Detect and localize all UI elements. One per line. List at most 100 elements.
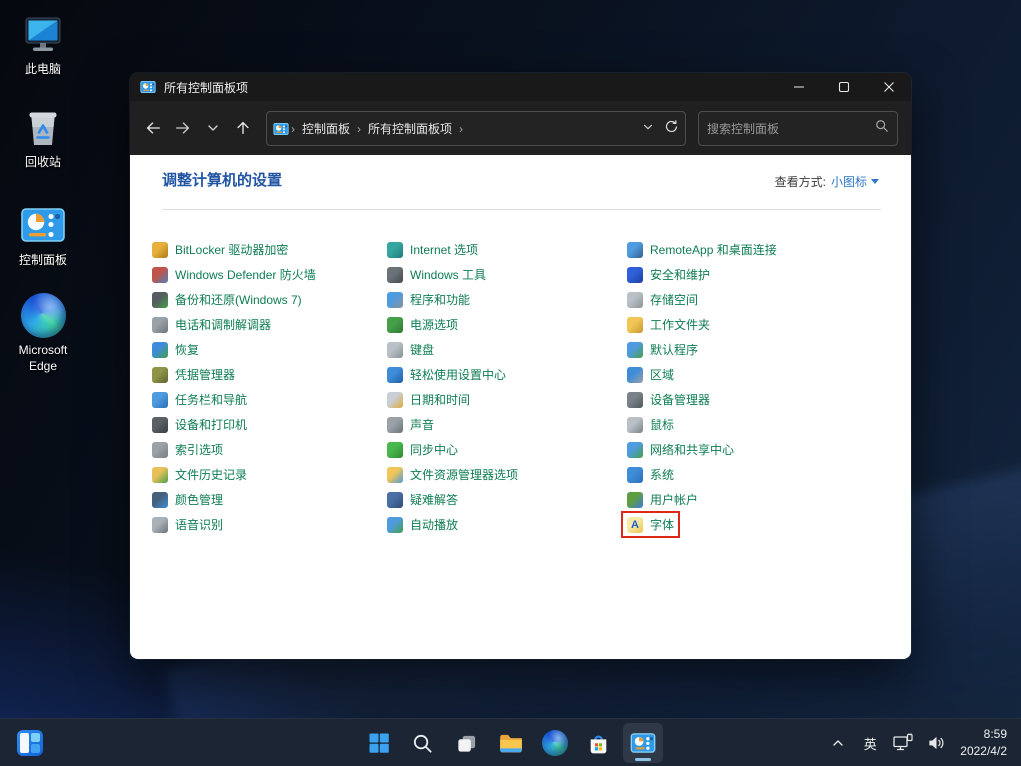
cp-item-label[interactable]: 鼠标 <box>650 416 674 433</box>
cp-item-work-folders[interactable]: 工作文件夹 <box>625 315 712 334</box>
network-icon[interactable] <box>890 723 916 763</box>
cp-item-label[interactable]: 轻松使用设置中心 <box>410 366 506 383</box>
cp-item-programs-features[interactable]: 程序和功能 <box>385 290 472 309</box>
cp-item-file-history[interactable]: 文件历史记录 <box>150 465 249 484</box>
cp-item-sync-center[interactable]: 同步中心 <box>385 440 460 459</box>
cp-item-explorer-options[interactable]: 文件资源管理器选项 <box>385 465 520 484</box>
cp-item-label[interactable]: 区域 <box>650 366 674 383</box>
cp-item-network-sharing[interactable]: 网络和共享中心 <box>625 440 736 459</box>
cp-item-label[interactable]: 凭据管理器 <box>175 366 235 383</box>
cp-item-color-management[interactable]: 颜色管理 <box>150 490 225 509</box>
cp-item-remoteapp[interactable]: RemoteApp 和桌面连接 <box>625 240 779 259</box>
taskbar-store-button[interactable] <box>579 723 619 763</box>
up-button[interactable] <box>228 113 258 143</box>
cp-item-label[interactable]: RemoteApp 和桌面连接 <box>650 241 777 258</box>
taskbar-start-button[interactable] <box>359 723 399 763</box>
cp-item-label[interactable]: Windows Defender 防火墙 <box>175 266 316 283</box>
cp-item-internet-options[interactable]: Internet 选项 <box>385 240 480 259</box>
cp-item-troubleshooting[interactable]: 疑难解答 <box>385 490 460 509</box>
taskbar-file-explorer-button[interactable] <box>491 723 531 763</box>
cp-item-label[interactable]: Windows 工具 <box>410 266 486 283</box>
cp-item-device-manager[interactable]: 设备管理器 <box>625 390 712 409</box>
cp-item-label[interactable]: 电源选项 <box>410 316 458 333</box>
cp-item-label[interactable]: 用户帐户 <box>650 491 698 508</box>
taskbar-edge-button[interactable] <box>535 723 575 763</box>
cp-item-autoplay[interactable]: 自动播放 <box>385 515 460 534</box>
window-titlebar[interactable]: 所有控制面板项 <box>130 73 911 101</box>
cp-item-region[interactable]: 区域 <box>625 365 676 384</box>
back-button[interactable] <box>138 113 168 143</box>
desktop-icon-此电脑[interactable]: 此电脑 <box>4 10 82 77</box>
cp-item-label[interactable]: 系统 <box>650 466 674 483</box>
cp-item-indexing-options[interactable]: 索引选项 <box>150 440 225 459</box>
close-button[interactable] <box>866 73 911 101</box>
cp-item-label[interactable]: 语音识别 <box>175 516 223 533</box>
desktop-icon-控制面板[interactable]: 控制面板 <box>4 201 82 268</box>
clock[interactable]: 8:59 2022/4/2 <box>956 726 1011 761</box>
cp-item-firewall[interactable]: Windows Defender 防火墙 <box>150 265 318 284</box>
recent-locations-chevron-icon[interactable] <box>198 113 228 143</box>
cp-item-label[interactable]: 自动播放 <box>410 516 458 533</box>
forward-button[interactable] <box>168 113 198 143</box>
cp-item-label[interactable]: 工作文件夹 <box>650 316 710 333</box>
breadcrumb-control-panel[interactable]: 控制面板 <box>302 120 350 137</box>
cp-item-label[interactable]: BitLocker 驱动器加密 <box>175 241 288 258</box>
cp-item-backup-restore[interactable]: 备份和还原(Windows 7) <box>150 290 304 309</box>
cp-item-label[interactable]: 同步中心 <box>410 441 458 458</box>
view-by-dropdown[interactable]: 小图标 <box>831 173 879 190</box>
refresh-icon[interactable] <box>664 119 679 139</box>
cp-item-storage-spaces[interactable]: 存储空间 <box>625 290 700 309</box>
cp-item-system[interactable]: 系统 <box>625 465 676 484</box>
volume-icon[interactable] <box>924 723 948 763</box>
taskbar-control-panel-button[interactable] <box>623 723 663 763</box>
cp-item-ease-of-access[interactable]: 轻松使用设置中心 <box>385 365 508 384</box>
cp-item-label[interactable]: Internet 选项 <box>410 241 478 258</box>
cp-item-speech-recognition[interactable]: 语音识别 <box>150 515 225 534</box>
cp-item-label[interactable]: 设备管理器 <box>650 391 710 408</box>
ime-indicator[interactable]: 英 <box>858 723 882 763</box>
cp-item-fonts[interactable]: A字体 <box>625 515 676 534</box>
desktop-icon-microsoft-edge[interactable]: Microsoft Edge <box>4 291 82 374</box>
cp-item-label[interactable]: 网络和共享中心 <box>650 441 734 458</box>
cp-item-label[interactable]: 声音 <box>410 416 434 433</box>
cp-item-label[interactable]: 默认程序 <box>650 341 698 358</box>
cp-item-label[interactable]: 电话和调制解调器 <box>175 316 271 333</box>
address-dropdown-chevron-icon[interactable] <box>642 120 654 138</box>
taskbar-task-view-button[interactable] <box>447 723 487 763</box>
cp-item-keyboard[interactable]: 键盘 <box>385 340 436 359</box>
cp-item-power-options[interactable]: 电源选项 <box>385 315 460 334</box>
address-bar[interactable]: › 控制面板 › 所有控制面板项 › <box>266 111 686 146</box>
cp-item-security-maintenance[interactable]: 安全和维护 <box>625 265 712 284</box>
widgets-button[interactable] <box>12 725 48 761</box>
taskbar-search-button[interactable] <box>403 723 443 763</box>
search-input[interactable] <box>707 122 875 136</box>
cp-item-taskbar-navigation[interactable]: 任务栏和导航 <box>150 390 249 409</box>
cp-item-date-time[interactable]: 日期和时间 <box>385 390 472 409</box>
cp-item-mouse[interactable]: 鼠标 <box>625 415 676 434</box>
minimize-button[interactable] <box>776 73 821 101</box>
desktop-icon-回收站[interactable]: 回收站 <box>4 103 82 170</box>
cp-item-bitlocker[interactable]: BitLocker 驱动器加密 <box>150 240 290 259</box>
cp-item-label[interactable]: 程序和功能 <box>410 291 470 308</box>
cp-item-user-accounts[interactable]: 用户帐户 <box>625 490 700 509</box>
cp-item-recovery[interactable]: 恢复 <box>150 340 201 359</box>
search-icon[interactable] <box>875 119 889 138</box>
cp-item-label[interactable]: 文件历史记录 <box>175 466 247 483</box>
cp-item-label[interactable]: 备份和还原(Windows 7) <box>175 291 302 308</box>
cp-item-label[interactable]: 日期和时间 <box>410 391 470 408</box>
cp-item-label[interactable]: 颜色管理 <box>175 491 223 508</box>
cp-item-label[interactable]: 索引选项 <box>175 441 223 458</box>
cp-item-label[interactable]: 设备和打印机 <box>175 416 247 433</box>
cp-item-windows-tools[interactable]: Windows 工具 <box>385 265 488 284</box>
cp-item-label[interactable]: 键盘 <box>410 341 434 358</box>
cp-item-label[interactable]: 任务栏和导航 <box>175 391 247 408</box>
cp-item-default-programs[interactable]: 默认程序 <box>625 340 700 359</box>
breadcrumb-all-items[interactable]: 所有控制面板项 <box>368 120 452 137</box>
tray-chevron-up-icon[interactable] <box>826 723 850 763</box>
cp-item-label[interactable]: 安全和维护 <box>650 266 710 283</box>
cp-item-label[interactable]: 文件资源管理器选项 <box>410 466 518 483</box>
cp-item-phone-modem[interactable]: 电话和调制解调器 <box>150 315 273 334</box>
cp-item-label[interactable]: 恢复 <box>175 341 199 358</box>
cp-item-label[interactable]: 疑难解答 <box>410 491 458 508</box>
cp-item-label[interactable]: 字体 <box>650 516 674 533</box>
